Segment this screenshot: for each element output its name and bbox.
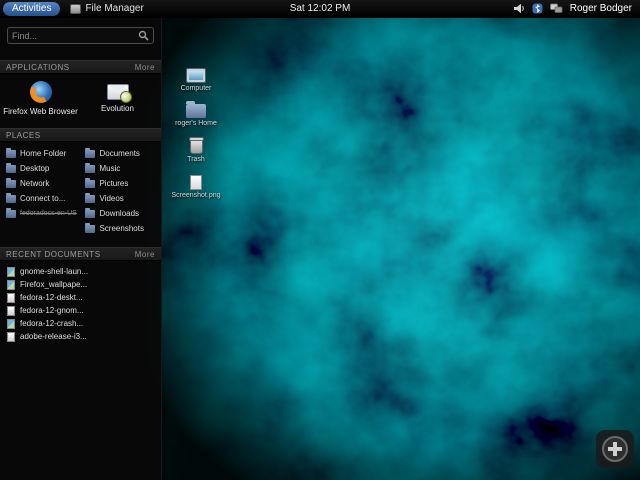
places-list: Home Folder Desktop Network Connect to..… xyxy=(0,142,161,247)
recent-doc-item[interactable]: gnome-shell-laun... xyxy=(7,266,154,277)
app-menu-label: File Manager xyxy=(85,3,143,14)
network-icon xyxy=(6,180,16,188)
desktop-icon-label: roger's Home xyxy=(175,120,217,127)
folder-icon xyxy=(85,150,95,158)
applications-section-header: APPLICATIONS More xyxy=(0,60,161,74)
applications-list: Firefox Web Browser Evolution xyxy=(0,74,161,128)
recent-documents-list: gnome-shell-laun... Firefox_wallpape... … xyxy=(0,261,161,347)
place-item-home[interactable]: Home Folder xyxy=(6,147,85,160)
recent-doc-item[interactable]: Firefox_wallpape... xyxy=(7,279,154,290)
document-icon xyxy=(7,293,15,303)
status-area: Roger Bodger xyxy=(513,3,632,14)
app-label: Evolution xyxy=(101,104,134,113)
place-item-music[interactable]: Music xyxy=(85,162,157,175)
file-manager-icon xyxy=(70,4,81,14)
app-item-evolution[interactable]: Evolution xyxy=(79,81,156,116)
recent-doc-item[interactable]: fedora-12-deskt... xyxy=(7,292,154,303)
home-folder-icon xyxy=(186,104,206,118)
folder-icon xyxy=(6,150,16,158)
applications-more-link[interactable]: More xyxy=(135,63,155,72)
folder-icon xyxy=(85,180,95,188)
folder-icon xyxy=(6,210,16,218)
app-menu[interactable]: File Manager xyxy=(70,3,143,14)
firefox-icon xyxy=(30,81,52,103)
user-menu[interactable]: Roger Bodger xyxy=(570,3,632,14)
top-bar: Activities File Manager Sat 12:02 PM Rog… xyxy=(0,0,640,18)
desktop-icon-label: Trash xyxy=(187,156,205,163)
trash-icon xyxy=(190,139,203,154)
recent-doc-item[interactable]: adobe-release-i3... xyxy=(7,331,154,342)
recent-documents-section-header: RECENT DOCUMENTS More xyxy=(0,247,161,261)
desktop-icon-home[interactable]: roger's Home xyxy=(168,104,224,127)
recent-documents-header-label: RECENT DOCUMENTS xyxy=(6,250,101,259)
desktop-icon-label: Screenshot.png xyxy=(171,192,220,199)
place-item-bookmark-missing[interactable]: fedoradocs-en-US xyxy=(6,207,85,220)
desktop-icon-file[interactable]: Screenshot.png xyxy=(168,175,224,199)
search-input[interactable] xyxy=(12,31,138,41)
place-item-pictures[interactable]: Pictures xyxy=(85,177,157,190)
place-item-connect[interactable]: Connect to... xyxy=(6,192,85,205)
folder-icon xyxy=(6,165,16,173)
activities-button[interactable]: Activities xyxy=(3,2,60,16)
place-item-documents[interactable]: Documents xyxy=(85,147,157,160)
server-icon xyxy=(6,195,16,203)
folder-icon xyxy=(85,195,95,203)
app-label: Firefox Web Browser xyxy=(3,107,78,116)
image-doc-icon xyxy=(7,267,15,277)
desktop-icon-trash[interactable]: Trash xyxy=(168,139,224,163)
recent-doc-item[interactable]: fedora-12-gnom... xyxy=(7,305,154,316)
place-item-videos[interactable]: Videos xyxy=(85,192,157,205)
network-icon[interactable] xyxy=(550,3,563,14)
places-header-label: PLACES xyxy=(6,131,41,140)
gnome-shell-overview: Computer roger's Home Trash Screenshot.p… xyxy=(0,0,640,480)
applications-header-label: APPLICATIONS xyxy=(6,63,70,72)
clock[interactable]: Sat 12:02 PM xyxy=(290,3,351,14)
bluetooth-icon[interactable] xyxy=(532,3,543,14)
recent-documents-more-link[interactable]: More xyxy=(135,250,155,259)
folder-icon xyxy=(85,165,95,173)
recent-doc-item[interactable]: fedora-12-crash... xyxy=(7,318,154,329)
desktop-icon-computer[interactable]: Computer xyxy=(168,68,224,92)
evolution-icon xyxy=(107,84,129,100)
plus-icon xyxy=(602,436,628,462)
places-section-header: PLACES xyxy=(0,128,161,142)
image-doc-icon xyxy=(7,280,15,290)
place-item-downloads[interactable]: Downloads xyxy=(85,207,157,220)
document-icon xyxy=(7,306,15,316)
app-item-firefox[interactable]: Firefox Web Browser xyxy=(2,81,79,116)
search-box[interactable] xyxy=(7,27,154,44)
image-doc-icon xyxy=(7,319,15,329)
search-icon xyxy=(138,30,149,41)
overview-panel: APPLICATIONS More Firefox Web Browser Ev… xyxy=(0,18,162,480)
place-item-network[interactable]: Network xyxy=(6,177,85,190)
place-item-desktop[interactable]: Desktop xyxy=(6,162,85,175)
add-workspace-button[interactable] xyxy=(596,430,634,468)
file-icon xyxy=(190,175,202,190)
computer-icon xyxy=(186,68,206,83)
place-item-screenshots[interactable]: Screenshots xyxy=(85,222,157,235)
folder-icon xyxy=(85,225,95,233)
folder-icon xyxy=(85,210,95,218)
desktop-icons: Computer roger's Home Trash Screenshot.p… xyxy=(168,68,224,211)
volume-icon[interactable] xyxy=(513,3,525,14)
document-icon xyxy=(7,332,15,342)
desktop-icon-label: Computer xyxy=(181,85,212,92)
